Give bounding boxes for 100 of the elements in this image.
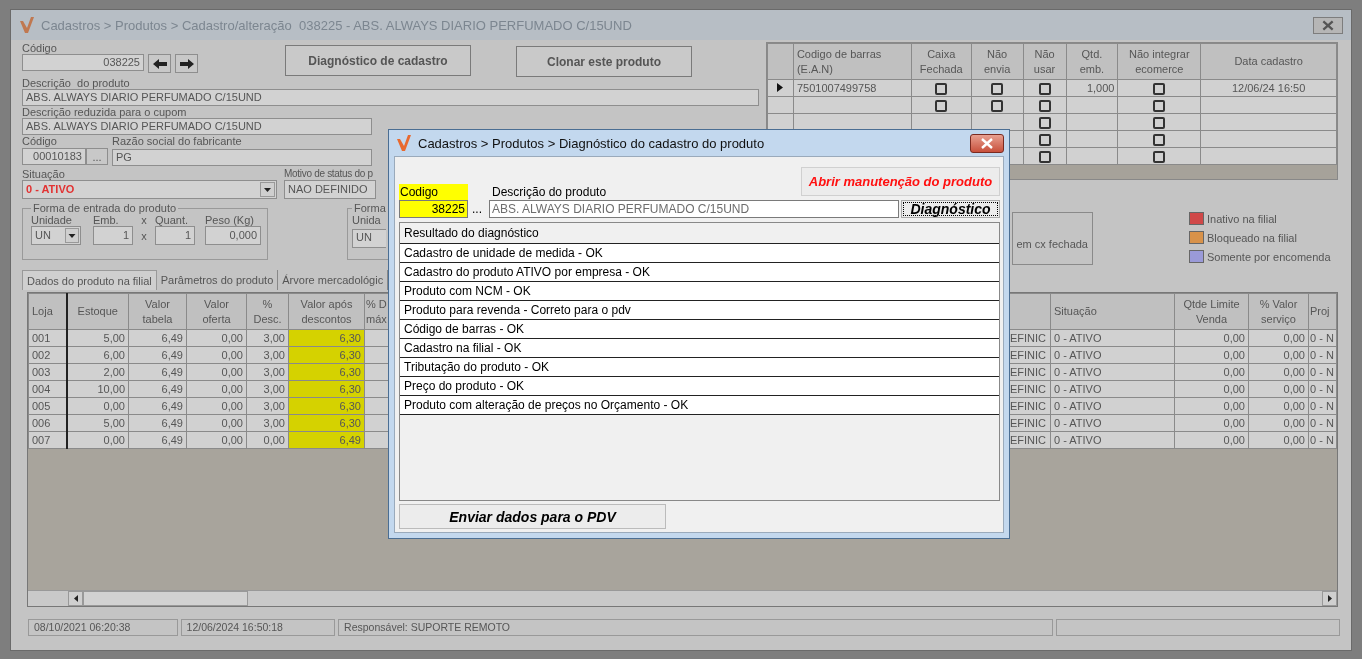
column-header: Caixa Fechada xyxy=(911,43,972,80)
right-arrow-icon xyxy=(178,57,195,70)
field-label: Quant. xyxy=(155,214,190,226)
column-header: Estoque xyxy=(66,293,129,330)
result-row: Produto com NCM - OK xyxy=(400,282,999,301)
description-field[interactable]: ABS. ALWAYS DIARIO PERFUMADO C/15UND xyxy=(489,200,899,218)
field-label: Unidade xyxy=(31,214,73,226)
checkbox[interactable] xyxy=(1153,116,1166,129)
column-header: % Desc. xyxy=(246,293,289,330)
browse-button[interactable]: ... xyxy=(86,148,108,165)
result-row: Cadastro na filial - OK xyxy=(400,339,999,358)
status-dropdown[interactable]: 0 - ATIVO xyxy=(22,180,277,199)
column-header: Data cadastro xyxy=(1200,43,1337,80)
column-header: Qtd. emb. xyxy=(1066,43,1118,80)
checkbox[interactable] xyxy=(991,82,1004,95)
column-header: Não integrar ecomerce xyxy=(1117,43,1201,80)
field-label: Código xyxy=(22,42,58,54)
result-row: Preço do produto - OK xyxy=(400,377,999,396)
close-button[interactable] xyxy=(1313,16,1343,34)
legend-label: Somente por encomenda xyxy=(1207,250,1331,263)
column-header: Loja xyxy=(28,293,67,330)
column-header: Não envia xyxy=(971,43,1024,80)
scrollbar[interactable] xyxy=(28,590,1337,606)
logo-icon xyxy=(19,16,35,34)
column-header: Valor oferta xyxy=(186,293,247,330)
column-header: Não usar xyxy=(1023,43,1066,80)
dialog-title: Cadastros > Produtos > Diagnóstico do cadastro do produto xyxy=(418,135,765,151)
scroll-right-button[interactable] xyxy=(1322,591,1337,606)
field-label: Descrição do produto xyxy=(491,184,607,200)
checkbox[interactable] xyxy=(1038,99,1051,112)
result-row: Tributação do produto - OK xyxy=(400,358,999,377)
action-button[interactable]: Clonar este produto xyxy=(516,46,692,77)
checkbox[interactable] xyxy=(1038,116,1051,129)
checkbox[interactable] xyxy=(935,82,948,95)
checkbox[interactable] xyxy=(1153,82,1166,95)
column-header: Qtde Limite Venda xyxy=(1174,293,1249,330)
field-label: Código xyxy=(22,135,58,147)
option-button[interactable]: em cx fechada xyxy=(1012,212,1093,265)
logo-icon xyxy=(396,134,412,152)
right-arrow-icon xyxy=(1327,595,1332,602)
short-description-field[interactable]: ABS. ALWAYS DIARIO PERFUMADO C/15UND xyxy=(22,118,372,135)
result-row: Produto com alteração de preços no Orçamento - OK xyxy=(400,396,999,415)
diagnose-button[interactable]: Diagnóstico xyxy=(901,200,1000,218)
result-row: Produto para revenda - Correto para o pdv xyxy=(400,301,999,320)
checkbox[interactable] xyxy=(991,99,1004,112)
field-label: Descrição reduzida para o cupom xyxy=(22,106,188,118)
description-field[interactable]: ABS. ALWAYS DIARIO PERFUMADO C/15UND xyxy=(22,89,759,106)
checkbox[interactable] xyxy=(1038,82,1051,95)
column-header: Valor tabela xyxy=(128,293,187,330)
result-row: Código de barras - OK xyxy=(400,320,999,339)
code-field[interactable]: 038225 xyxy=(22,54,144,71)
checkbox[interactable] xyxy=(1153,133,1166,146)
status-panel: 08/10/2021 06:20:38 xyxy=(28,619,178,636)
tab[interactable]: Parâmetros do produto xyxy=(156,270,279,290)
tab[interactable]: Dados do produto na filial xyxy=(22,270,157,290)
send-button[interactable]: Enviar dados para o PDV xyxy=(399,504,666,529)
checkbox[interactable] xyxy=(1153,150,1166,163)
scroll-left-button[interactable] xyxy=(68,591,83,606)
status-reason-field[interactable]: NAO DEFINIDO xyxy=(284,180,376,199)
result-row: Cadastro de unidade de medida - OK xyxy=(400,244,999,263)
close-button[interactable] xyxy=(970,133,1004,153)
row-pointer-icon xyxy=(777,83,784,92)
group-title: Forma de entrada do produto xyxy=(32,202,178,214)
weight-field[interactable]: 0,000 xyxy=(205,226,261,245)
code-field[interactable]: 38225 xyxy=(399,200,468,218)
window-title: Cadastros > Produtos > Cadastro/alteração 038225 - ABS. ALWAYS DIARIO PERFUMADO C/15UND xyxy=(41,17,632,33)
column-header: Codigo de barras (E.A.N) xyxy=(793,43,912,80)
open-product-button[interactable]: Abrir manutenção do produto xyxy=(801,167,1000,196)
checkbox[interactable] xyxy=(935,99,948,112)
action-button[interactable]: Diagnóstico de cadastro xyxy=(285,45,471,76)
group-title: Forma xyxy=(353,202,387,214)
quantity-field[interactable]: 1 xyxy=(155,226,195,245)
status-panel: 12/06/2024 16:50:18 xyxy=(180,619,336,636)
field-label: Emb. xyxy=(93,214,120,226)
column-header: % Valor serviço xyxy=(1248,293,1309,330)
multiply-sign: x xyxy=(140,214,148,226)
result-row: Cadastro do produto ATIVO por empresa - OK xyxy=(400,263,999,282)
left-arrow-icon xyxy=(151,57,168,70)
field-label: Unida xyxy=(352,214,382,226)
unit-dropdown[interactable]: UN xyxy=(31,226,81,245)
next-button[interactable] xyxy=(175,54,198,73)
column-header: % D máx xyxy=(364,293,389,330)
quantity-field[interactable]: 1 xyxy=(93,226,133,245)
code-field[interactable]: 00010183 xyxy=(22,148,86,165)
left-arrow-icon xyxy=(73,595,78,602)
column-header: Situação xyxy=(1050,293,1175,330)
legend-label: Bloqueado na filial xyxy=(1207,231,1297,244)
checkbox[interactable] xyxy=(1038,150,1051,163)
field-label: Descrição do produto xyxy=(22,77,131,89)
unit-dropdown[interactable]: UN xyxy=(352,229,386,248)
field-label: Codigo xyxy=(399,184,468,200)
scrollbar-thumb[interactable] xyxy=(83,591,248,606)
multiply-sign: x xyxy=(140,229,148,242)
previous-button[interactable] xyxy=(148,54,171,73)
manufacturer-field[interactable]: PG xyxy=(112,149,372,166)
checkbox[interactable] xyxy=(1038,133,1051,146)
legend-label: Inativo na filial xyxy=(1207,212,1277,225)
column-header: Valor após descontos xyxy=(288,293,365,330)
checkbox[interactable] xyxy=(1153,99,1166,112)
field-label: Situação xyxy=(22,168,66,180)
